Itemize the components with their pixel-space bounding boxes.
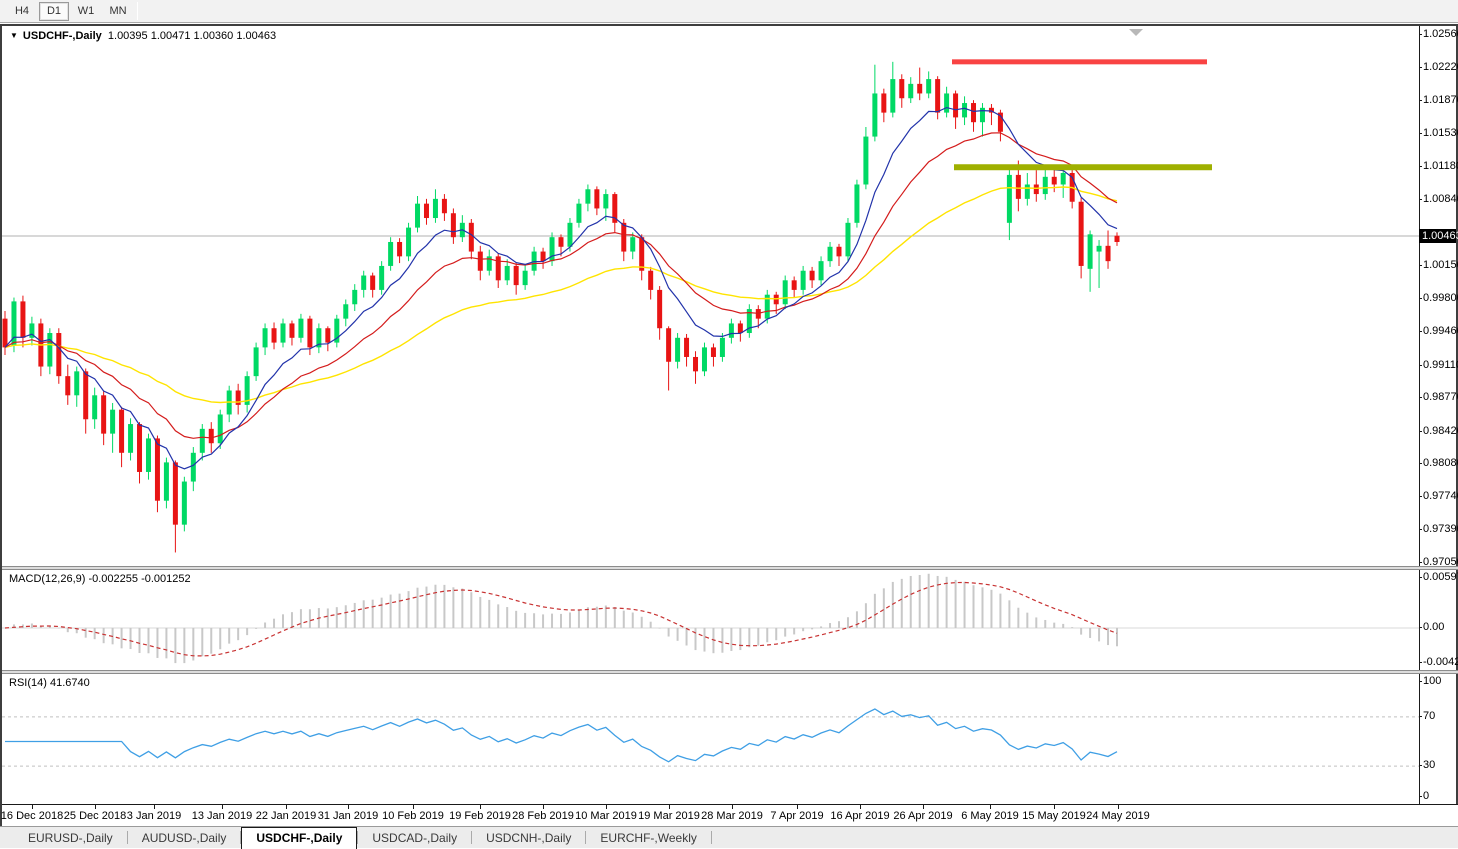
date-axis-label: 24 May 2019 <box>1086 810 1150 822</box>
date-axis[interactable]: 16 Dec 2018 25 Dec 2018 3 Jan 2019 13 Jan 2… <box>0 804 1458 826</box>
price-axis-label: 0.98080 <box>1419 457 1458 469</box>
rsi-axis[interactable]: 100 70 30 0 <box>1418 674 1456 804</box>
date-axis-label: 15 May 2019 <box>1022 810 1086 822</box>
date-axis-label: 16 Apr 2019 <box>830 810 890 822</box>
timeframe-button-w1[interactable]: W1 <box>71 1 101 21</box>
macd-axis-label: -0.00424 <box>1418 656 1458 668</box>
price-axis-label: 0.97740 <box>1419 490 1458 502</box>
date-axis-label: 31 Jan 2019 <box>317 810 379 822</box>
price-axis-label: 0.97390 <box>1419 523 1458 535</box>
price-axis-label: 1.01530 <box>1419 127 1458 139</box>
date-tick <box>154 805 155 809</box>
tab-separator <box>710 831 712 844</box>
date-axis-label: 26 Apr 2019 <box>893 810 953 822</box>
date-tick <box>923 805 924 809</box>
symbol-tab-eurchf[interactable]: EURCHF-,Weekly <box>586 828 710 848</box>
date-axis-label: 13 Jan 2019 <box>191 810 253 822</box>
date-tick <box>606 805 607 809</box>
date-tick <box>990 805 991 809</box>
timeframe-button-mn[interactable]: MN <box>103 1 133 21</box>
timeframe-button-d1[interactable]: D1 <box>39 1 69 21</box>
price-axis-label: 1.01180 <box>1419 160 1458 172</box>
price-chart-canvas[interactable] <box>2 26 1419 566</box>
rsi-label: RSI(14) 41.6740 <box>9 677 90 689</box>
price-axis-label: 0.99800 <box>1419 292 1458 304</box>
price-axis-label: 0.98420 <box>1419 425 1458 437</box>
price-axis-label: 1.00150 <box>1419 259 1458 271</box>
date-tick <box>543 805 544 809</box>
date-axis-label: 10 Feb 2019 <box>382 810 444 822</box>
rsi-axis-label: 0 <box>1418 790 1430 802</box>
date-tick <box>860 805 861 809</box>
date-axis-label: 22 Jan 2019 <box>255 810 317 822</box>
symbol-tab-eurusd[interactable]: EURUSD-,Daily <box>14 828 127 848</box>
date-axis-label: 25 Dec 2018 <box>63 810 127 822</box>
date-tick <box>732 805 733 809</box>
chart-title: ▼ USDCHF-,Daily 1.00395 1.00471 1.00360 1… <box>10 30 276 42</box>
date-axis-label: 6 May 2019 <box>961 810 1019 822</box>
macd-axis-label: 0.00 <box>1418 620 1445 633</box>
date-tick <box>32 805 33 809</box>
cursor-arrow <box>1129 29 1143 36</box>
date-tick <box>222 805 223 809</box>
date-tick <box>797 805 798 809</box>
price-axis-label: 1.00840 <box>1419 193 1458 205</box>
current-price-badge: 1.00463 <box>1419 228 1458 243</box>
date-tick <box>1054 805 1055 809</box>
price-axis-label: 0.98770 <box>1419 391 1458 403</box>
date-axis-label: 7 Apr 2019 <box>770 810 824 822</box>
date-axis-label: 28 Mar 2019 <box>701 810 763 822</box>
date-tick <box>286 805 287 809</box>
date-tick <box>413 805 414 809</box>
price-axis-label: 1.02220 <box>1419 61 1458 73</box>
macd-axis-label: 0.00597 <box>1419 571 1458 583</box>
symbol-tab-usdchf[interactable]: USDCHF-,Daily <box>241 827 358 849</box>
date-axis-label: 19 Mar 2019 <box>638 810 700 822</box>
date-tick <box>480 805 481 809</box>
rsi-canvas[interactable] <box>2 674 1419 804</box>
chart-ohlc-values: 1.00395 1.00471 1.00360 1.00463 <box>107 30 277 42</box>
symbol-tab-usdcnh[interactable]: USDCNH-,Daily <box>472 828 585 848</box>
symbol-tabbar: EURUSD-,Daily AUDUSD-,Daily USDCHF-,Daily U… <box>0 826 1458 849</box>
date-axis-label: 19 Feb 2019 <box>449 810 511 822</box>
date-axis-label: 28 Feb 2019 <box>512 810 574 822</box>
date-axis-label: 10 Mar 2019 <box>575 810 637 822</box>
timeframe-button-h4[interactable]: H4 <box>7 1 37 21</box>
macd-panel[interactable]: MACD(12,26,9) -0.002255 -0.001252 0.0059… <box>2 570 1458 670</box>
price-axis-label: 1.02560 <box>1419 28 1458 40</box>
price-axis-label: 0.99460 <box>1419 325 1458 337</box>
price-axis[interactable]: 1.02560 1.02220 1.01870 1.01530 1.01180 1.008… <box>1419 26 1458 568</box>
chart-window: ▼ USDCHF-,Daily 1.00395 1.00471 1.00360 1… <box>0 24 1458 826</box>
macd-label: MACD(12,26,9) -0.002255 -0.001252 <box>9 573 191 585</box>
date-tick <box>669 805 670 809</box>
date-tick <box>348 805 349 809</box>
date-axis-label: 3 Jan 2019 <box>126 810 182 822</box>
macd-axis[interactable]: 0.00597 0.00 -0.00424 <box>1418 570 1458 670</box>
date-axis-label: 16 Dec 2018 <box>0 810 64 822</box>
price-panel[interactable]: ▼ USDCHF-,Daily 1.00395 1.00471 1.00360 1… <box>2 26 1458 568</box>
price-axis-label: 1.01870 <box>1419 94 1458 106</box>
rsi-axis-label: 70 <box>1418 709 1436 722</box>
rsi-axis-label: 100 <box>1418 675 1442 687</box>
rsi-panel[interactable]: RSI(14) 41.6740 100 70 30 0 <box>2 674 1456 804</box>
symbol-tab-audusd[interactable]: AUDUSD-,Daily <box>128 828 241 848</box>
toolbar-separator <box>137 2 138 20</box>
rsi-axis-label: 30 <box>1418 759 1436 772</box>
date-tick <box>1118 805 1119 809</box>
macd-canvas[interactable] <box>2 570 1419 670</box>
collapse-arrow-icon[interactable]: ▼ <box>10 31 18 40</box>
symbol-tab-usdcad[interactable]: USDCAD-,Daily <box>358 828 471 848</box>
timeframe-toolbar: H4 D1 W1 MN <box>0 0 1458 23</box>
chart-symbol-label: USDCHF-,Daily <box>22 30 102 42</box>
date-tick <box>95 805 96 809</box>
price-axis-label: 0.99110 <box>1419 359 1458 371</box>
